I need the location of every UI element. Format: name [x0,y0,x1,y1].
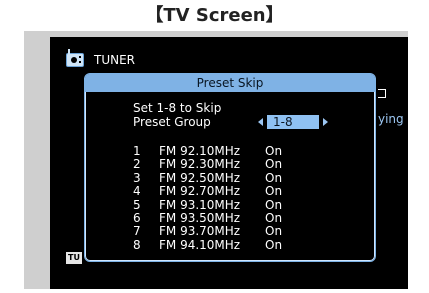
preset-frequency: FM 93.70MHz [159,224,241,239]
preset-group-value[interactable]: 1-8 [267,115,319,129]
source-label: TUNER [94,53,136,67]
preset-status[interactable]: On [265,238,305,252]
preset-number: 5 [133,197,141,212]
preset-group-selector[interactable]: 1-8 [258,115,328,129]
preset-frequency: FM 92.10MHz [159,144,241,158]
tuner-radio-icon [66,49,84,67]
preset-frequency: FM 93.50MHz [159,211,241,226]
dialog-body: Set 1-8 to Skip Preset Group 1-8 1 FM 92… [85,92,375,260]
preset-status[interactable]: On [265,225,305,239]
partially-hidden-icon [378,89,386,98]
preset-frequency: FM 94.10MHz [159,237,241,252]
preset-status[interactable]: On [265,184,305,198]
preset-number: 4 [133,184,141,199]
preset-skip-dialog: Preset Skip Set 1-8 to Skip Preset Group… [84,73,376,262]
preset-status[interactable]: On [265,198,305,212]
preset-number: 8 [133,237,141,252]
preset-number: 2 [133,157,141,172]
preset-status[interactable]: On [265,157,305,171]
right-arrow-icon[interactable] [323,118,328,126]
preset-status[interactable]: On [265,211,305,225]
preset-number: 1 [133,144,141,158]
instruction-text: Set 1-8 to Skip [133,101,222,115]
preset-group-row: Preset Group 1-8 [133,115,328,129]
preset-number: 7 [133,224,141,239]
tu-badge: TU [66,252,82,264]
preset-list: 1 FM 92.10MHz On 2 FM 92.30MHz On 3 FM 9… [133,144,305,252]
preset-status[interactable]: On [265,144,305,158]
preset-group-label: Preset Group [133,115,211,129]
preset-frequency: FM 93.10MHz [159,197,241,212]
preset-status[interactable]: On [265,171,305,185]
partially-hidden-status-text: ying [378,112,404,126]
preset-frequency: FM 92.50MHz [159,170,241,185]
source-indicator: TUNER [66,49,136,70]
preset-number: 3 [133,170,141,185]
preset-frequency: FM 92.70MHz [159,184,241,199]
page-title: 【TV Screen】 [145,5,284,26]
dialog-title: Preset Skip [85,74,375,92]
preset-frequency: FM 92.30MHz [159,157,241,172]
preset-number: 6 [133,211,141,226]
left-arrow-icon[interactable] [258,118,263,126]
